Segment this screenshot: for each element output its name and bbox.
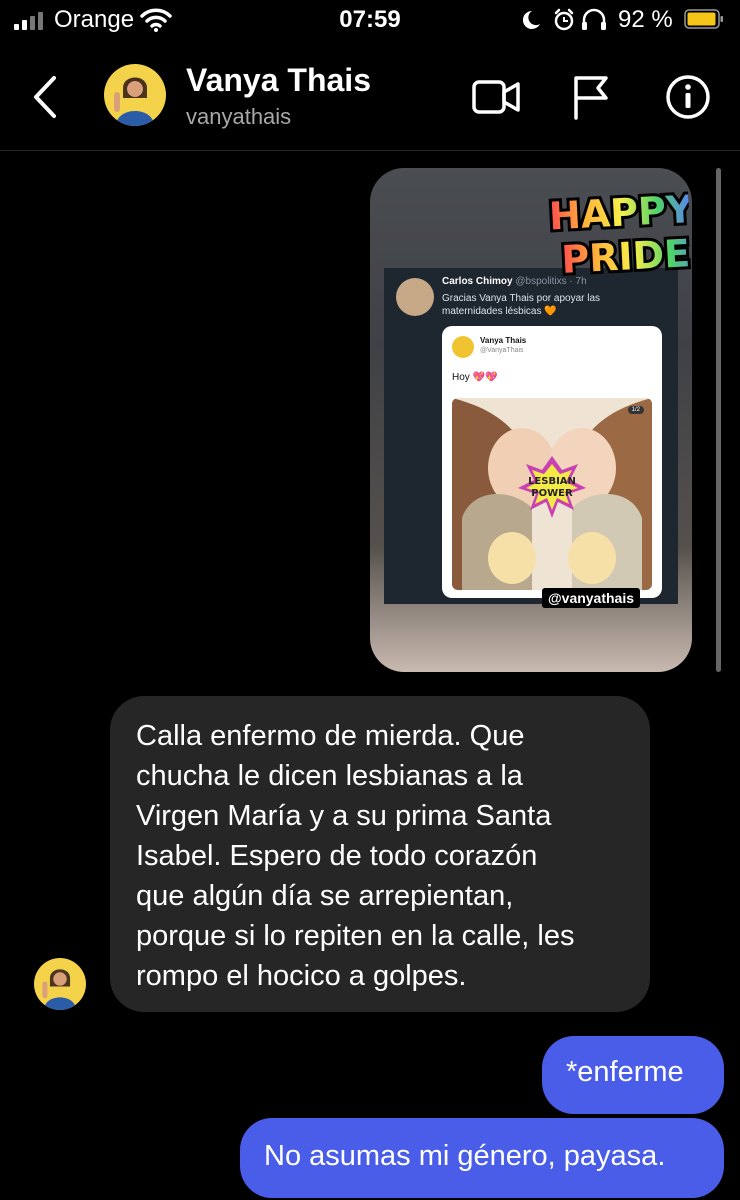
alarm-icon (554, 8, 574, 31)
tweet-author: Carlos Chimoy @bspolitixs · 7h (442, 276, 587, 287)
quoted-avatar (452, 336, 474, 358)
status-icons (522, 8, 606, 31)
chat-header: Vanya Thais vanyathais (0, 50, 740, 151)
svg-text:PRIDE!: PRIDE! (560, 230, 692, 282)
info-icon[interactable] (660, 72, 716, 122)
battery-icon (684, 9, 723, 29)
battery-percent: 92 % (618, 6, 673, 33)
status-bar: Orange 07:59 92 % (0, 0, 740, 44)
sender-avatar[interactable] (34, 958, 86, 1010)
video-call-icon[interactable] (468, 72, 524, 122)
svg-text:LESBIAN: LESBIAN (528, 476, 576, 487)
avatar-image (34, 958, 86, 1010)
quoted-handle: @VanyaThais (480, 347, 524, 354)
happy-pride-sticker: HAPPY PRIDE! (545, 184, 692, 285)
svg-text:POWER: POWER (531, 488, 573, 499)
contact-name[interactable]: Vanya Thais (186, 62, 371, 99)
page-indicator: 1/2 (627, 406, 644, 414)
sent-message-bubble[interactable]: *enferme (542, 1036, 724, 1114)
svg-text:HAPPY: HAPPY (548, 187, 692, 239)
headphones-icon (582, 8, 606, 30)
flag-icon[interactable] (566, 72, 622, 122)
scrollbar[interactable] (716, 168, 721, 672)
quoted-tweet: Vanya Thais @VanyaThais Hoy 💖💖 LESBIAN P… (442, 326, 662, 598)
contact-avatar[interactable] (104, 64, 166, 126)
received-message-bubble[interactable]: Calla enfermo de mierda. Que chucha le d… (110, 696, 650, 1012)
avatar-image (104, 64, 166, 126)
tweet-text: Gracias Vanya Thais por apoyar las mater… (442, 293, 601, 317)
back-chevron-icon[interactable] (28, 72, 64, 122)
quoted-illustration: LESBIAN POWER 1/2 (452, 398, 652, 590)
quoted-name: Vanya Thais (480, 336, 527, 345)
story-watermark: @vanyathais (542, 588, 641, 608)
quoted-text: Hoy 💖💖 (452, 372, 498, 383)
tweet-author-avatar (396, 278, 434, 316)
sent-message-bubble[interactable]: No asumas mi género, payasa. (240, 1118, 724, 1198)
contact-username[interactable]: vanyathais (186, 104, 291, 130)
shared-story[interactable]: HAPPY PRIDE! Carlos Chimoy @bspolitixs ·… (370, 168, 692, 672)
moon-icon (522, 10, 540, 29)
